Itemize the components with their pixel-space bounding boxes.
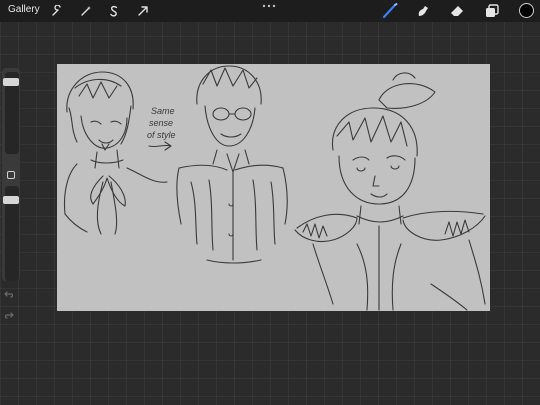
top-toolbar: Gallery [0,0,540,22]
undo-icon[interactable] [4,289,14,299]
brush-opacity-thumb[interactable] [3,196,19,204]
annotation-line-2: sense [149,118,173,128]
sketch-character-left [63,71,168,235]
brush-size-thumb[interactable] [3,78,19,86]
layers-icon[interactable] [484,3,500,19]
smudge-icon[interactable] [415,3,431,19]
magic-wand-icon[interactable] [79,4,93,18]
sketch-character-right [294,72,486,311]
brush-opacity-slider[interactable] [3,186,19,281]
drawing-canvas[interactable]: Same sense of style [57,64,490,311]
sketch-character-middle [176,65,288,264]
sketch-artwork: Same sense of style [63,65,486,311]
brush-icon[interactable] [382,3,398,19]
color-picker-button[interactable] [519,3,534,18]
modify-button[interactable] [7,171,15,179]
wrench-icon[interactable] [50,4,64,18]
left-sidebar [2,68,20,281]
annotation-line-3: of style [147,130,176,140]
eraser-icon[interactable] [449,3,465,19]
more-options-icon[interactable] [262,3,276,9]
selection-icon[interactable] [107,4,121,18]
annotation-line-1: Same [151,106,175,116]
redo-icon[interactable] [4,310,14,320]
brush-size-slider[interactable] [3,72,19,154]
transform-arrow-icon[interactable] [136,4,150,18]
sketch-annotation-arrow [148,141,172,151]
gallery-button[interactable]: Gallery [8,4,40,15]
